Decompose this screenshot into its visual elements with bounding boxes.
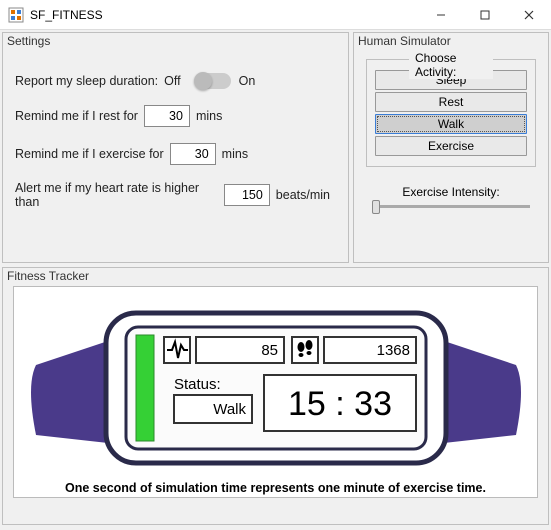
close-button[interactable] <box>507 0 551 30</box>
activity-walk-button[interactable]: Walk <box>375 114 527 134</box>
intensity-label: Exercise Intensity: <box>402 185 499 199</box>
settings-title: Settings <box>5 32 54 52</box>
window-title: SF_FITNESS <box>30 8 419 22</box>
tracker-caption: One second of simulation time represents… <box>22 481 529 495</box>
sleep-toggle[interactable] <box>195 73 231 89</box>
simulator-panel: Human Simulator Choose Activity: Sleep R… <box>353 32 549 263</box>
exercise-minutes-input[interactable] <box>170 143 216 165</box>
exercise-label-pre: Remind me if I exercise for <box>15 147 164 161</box>
simulator-title: Human Simulator <box>356 32 455 52</box>
activity-exercise-button[interactable]: Exercise <box>375 136 527 156</box>
rest-minutes-input[interactable] <box>144 105 190 127</box>
sleep-label: Report my sleep duration: <box>15 74 158 88</box>
minimize-button[interactable] <box>419 0 463 30</box>
toggle-on-label: On <box>239 74 256 88</box>
app-icon <box>8 7 24 23</box>
rest-label-pre: Remind me if I rest for <box>15 109 138 123</box>
hr-threshold-input[interactable] <box>224 184 270 206</box>
activity-group: Choose Activity: Sleep Rest Walk Exercis… <box>366 59 536 167</box>
activity-rest-button[interactable]: Rest <box>375 92 527 112</box>
intensity-slider[interactable] <box>366 205 536 208</box>
titlebar: SF_FITNESS <box>0 0 551 30</box>
rest-label-post: mins <box>196 109 222 123</box>
settings-panel: Settings Report my sleep duration: Off O… <box>2 32 349 263</box>
tracker-title: Fitness Tracker <box>5 267 93 287</box>
status-value: Walk <box>213 401 246 418</box>
maximize-button[interactable] <box>463 0 507 30</box>
tracker-panel: Fitness Tracker 85 <box>2 267 549 525</box>
steps-value: 1368 <box>376 342 409 359</box>
exercise-label-post: mins <box>222 147 248 161</box>
status-label: Status: <box>174 376 221 393</box>
activity-group-title: Choose Activity: <box>409 51 493 79</box>
watch-area: 85 1368 Status: Walk <box>13 286 538 498</box>
clock-value: 15 : 33 <box>288 385 392 423</box>
hr-value: 85 <box>261 342 278 359</box>
watch-device: 85 1368 Status: Walk <box>26 295 526 475</box>
toggle-off-label: Off <box>164 74 180 88</box>
hr-label-post: beats/min <box>276 188 330 202</box>
hr-label-pre: Alert me if my heart rate is higher than <box>15 181 218 209</box>
